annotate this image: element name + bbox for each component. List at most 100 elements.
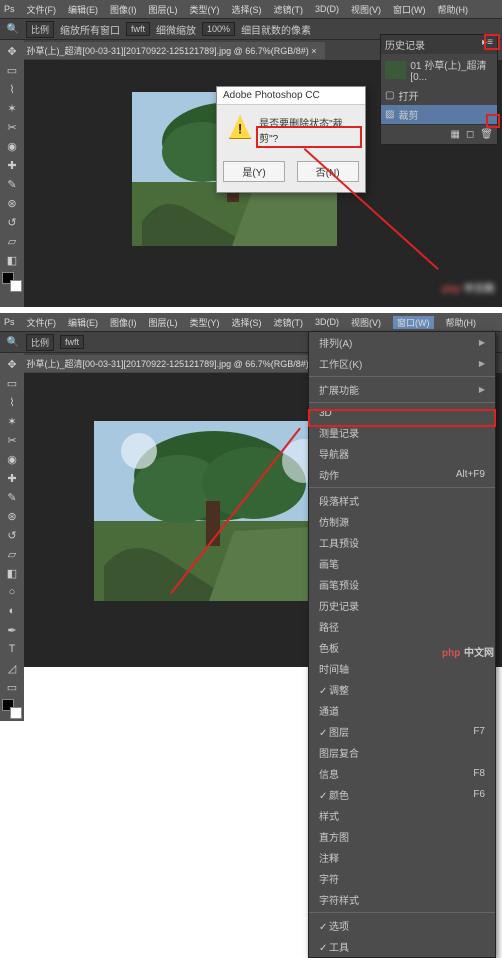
history-brush-tool[interactable]: ↺ (2, 213, 22, 231)
opt-fit[interactable]: 细目就数的像素 (241, 22, 311, 37)
create-doc-icon[interactable]: ▦ (451, 129, 460, 140)
menu-layer[interactable]: 图层(L) (149, 3, 178, 16)
menu-file[interactable]: 文件(F) (27, 316, 57, 329)
menu-help[interactable]: 帮助(H) (438, 3, 469, 16)
menu-options[interactable]: ✓选项 (309, 915, 495, 936)
eyedrop-tool[interactable]: ◉ (2, 450, 22, 468)
menu-filter[interactable]: 滤镜(T) (274, 3, 304, 16)
menu-edit[interactable]: 编辑(E) (68, 316, 98, 329)
menu-parastyle[interactable]: 段落样式 (309, 490, 495, 511)
crop-tool[interactable]: ✂ (2, 431, 22, 449)
yes-button[interactable]: 是(Y) (223, 161, 284, 182)
history-state-open[interactable]: ▢打开 (381, 86, 497, 105)
move-tool[interactable]: ✥ (2, 355, 22, 373)
menu-extensions[interactable]: 扩展功能▶ (309, 379, 495, 400)
wand-tool[interactable]: ✶ (2, 412, 22, 430)
history-snapshot[interactable]: 01 孙草(上)_超清[0... (381, 54, 497, 86)
menu-path[interactable]: 路径 (309, 616, 495, 637)
pen-tool[interactable]: ✒ (2, 621, 22, 639)
menu-tools[interactable]: ✓工具 (309, 936, 495, 957)
menu-layercomp[interactable]: 图层复合 (309, 742, 495, 763)
dodge-tool[interactable]: ◐ (2, 602, 22, 620)
menu-char[interactable]: 字符 (309, 868, 495, 889)
stamp-tool[interactable]: ⊛ (2, 194, 22, 212)
menu-brush[interactable]: 画笔 (309, 553, 495, 574)
opt-fwft[interactable]: fwft (126, 22, 150, 36)
crop-tool[interactable]: ✂ (2, 118, 22, 136)
menu-charstyle[interactable]: 字符样式 (309, 889, 495, 910)
menu-history[interactable]: 历史记录 (309, 595, 495, 616)
document-tab[interactable]: 01 孙草(上)_超清[00-03-31][20170922-125121789… (6, 355, 325, 372)
menu-image[interactable]: 图像(I) (110, 3, 137, 16)
menu-layer-panel[interactable]: ✓图层F7 (309, 721, 495, 742)
marquee-tool[interactable]: ▭ (2, 374, 22, 392)
menu-3d[interactable]: 3D(D) (315, 317, 339, 327)
eraser-tool[interactable]: ▱ (2, 545, 22, 563)
menu-info[interactable]: 信息F8 (309, 763, 495, 784)
menu-layer[interactable]: 图层(L) (149, 316, 178, 329)
menu-filter[interactable]: 滤镜(T) (274, 316, 304, 329)
shape-tool[interactable]: ▭ (2, 678, 22, 696)
menu-image[interactable]: 图像(I) (110, 316, 137, 329)
menu-workspace[interactable]: 工作区(K)▶ (309, 353, 495, 374)
opt-100[interactable]: 100% (202, 22, 235, 36)
new-snapshot-icon[interactable]: ◻ (466, 129, 474, 140)
history-brush-tool[interactable]: ↺ (2, 526, 22, 544)
delete-icon[interactable]: 🗑 (480, 129, 493, 140)
fg-bg-swatch[interactable] (2, 699, 22, 719)
stamp-tool[interactable]: ⊛ (2, 507, 22, 525)
document-tab[interactable]: 01 孙草(上)_超清[00-03-31][20170922-125121789… (6, 42, 325, 59)
menu-type[interactable]: 类型(Y) (190, 316, 220, 329)
opt-fwft[interactable]: fwft (60, 335, 84, 349)
menu-histogram[interactable]: 直方图 (309, 826, 495, 847)
mode-select[interactable]: 比例 (26, 21, 54, 38)
menu-toolpreset[interactable]: 工具预设 (309, 532, 495, 553)
menu-select[interactable]: 选择(S) (232, 316, 262, 329)
menu-navigator[interactable]: 导航器 (309, 443, 495, 464)
menu-brushpreset[interactable]: 画笔预设 (309, 574, 495, 595)
type-tool[interactable]: T (2, 640, 22, 658)
path-tool[interactable]: ◿ (2, 659, 22, 677)
menu-adjust[interactable]: ✓调整 (309, 679, 495, 700)
menu-file[interactable]: 文件(F) (27, 3, 57, 16)
warning-icon (229, 115, 251, 139)
heal-tool[interactable]: ✚ (2, 469, 22, 487)
marquee-tool[interactable]: ▭ (2, 61, 22, 79)
gradient-tool[interactable]: ◧ (2, 564, 22, 582)
menu-3d[interactable]: 3D(D) (315, 4, 339, 14)
lasso-tool[interactable]: ⌇ (2, 80, 22, 98)
opt-scrubby[interactable]: 细微缩放 (156, 22, 196, 37)
menu-style[interactable]: 样式 (309, 805, 495, 826)
blur-tool[interactable]: ○ (2, 583, 22, 601)
menu-actions[interactable]: 动作Alt+F9 (309, 464, 495, 485)
menu-annot[interactable]: 注释 (309, 847, 495, 868)
menu-select[interactable]: 选择(S) (232, 3, 262, 16)
menu-window[interactable]: 窗口(W) (393, 316, 434, 329)
heal-tool[interactable]: ✚ (2, 156, 22, 174)
menu-help[interactable]: 帮助(H) (446, 316, 477, 329)
move-tool[interactable]: ✥ (2, 42, 22, 60)
menu-clonesrc[interactable]: 仿制源 (309, 511, 495, 532)
menu-type[interactable]: 类型(Y) (190, 3, 220, 16)
lasso-tool[interactable]: ⌇ (2, 393, 22, 411)
menu-view[interactable]: 视图(V) (351, 316, 381, 329)
fg-bg-swatch[interactable] (2, 272, 22, 292)
history-state-crop[interactable]: ▨裁剪 (381, 105, 497, 124)
photoshop-window-bottom: Ps 文件(F) 编辑(E) 图像(I) 图层(L) 类型(Y) 选择(S) 滤… (0, 313, 502, 667)
eyedrop-tool[interactable]: ◉ (2, 137, 22, 155)
menu-color-panel[interactable]: ✓颜色F6 (309, 784, 495, 805)
menu-view[interactable]: 视图(V) (351, 3, 381, 16)
menu-window[interactable]: 窗口(W) (393, 3, 426, 16)
brush-tool[interactable]: ✎ (2, 175, 22, 193)
opt-zoom-all[interactable]: 缩放所有窗口 (60, 22, 120, 37)
brush-tool[interactable]: ✎ (2, 488, 22, 506)
menu-edit[interactable]: 编辑(E) (68, 3, 98, 16)
document-image-2 (94, 421, 334, 601)
gradient-tool[interactable]: ◧ (2, 251, 22, 269)
wand-tool[interactable]: ✶ (2, 99, 22, 117)
eraser-tool[interactable]: ▱ (2, 232, 22, 250)
menu-timeline[interactable]: 时间轴 (309, 658, 495, 679)
mode-select[interactable]: 比例 (26, 334, 54, 351)
menu-arrange[interactable]: 排列(A)▶ (309, 332, 495, 353)
menu-channel[interactable]: 通道 (309, 700, 495, 721)
